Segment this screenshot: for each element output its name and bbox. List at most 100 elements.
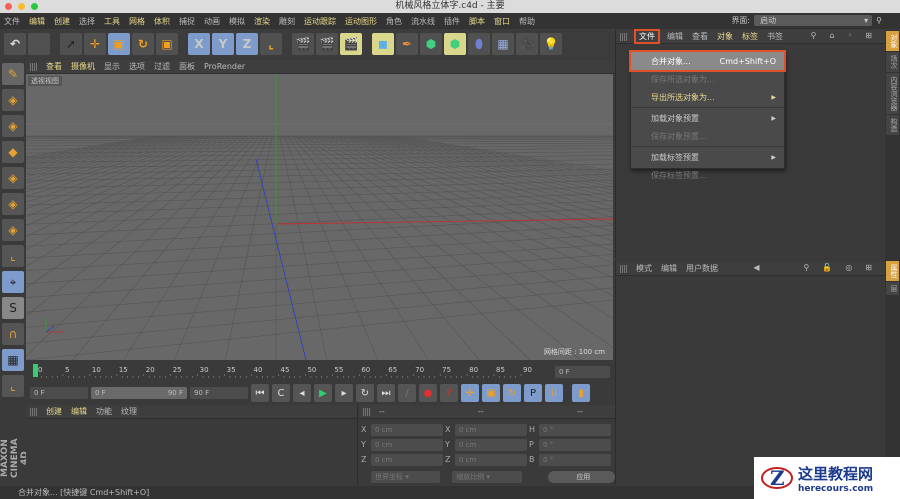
- workplane-icon[interactable]: ◆: [2, 141, 24, 163]
- menu-item-6[interactable]: 体积: [154, 16, 170, 27]
- subdivision-icon[interactable]: ⬢: [420, 33, 442, 55]
- viewport-menu-item-2[interactable]: 显示: [104, 61, 120, 72]
- scale-mode-dropdown[interactable]: 缩放比例 ▾: [452, 470, 522, 483]
- redo-button[interactable]: [28, 33, 50, 55]
- lock-icon[interactable]: 🔓: [822, 263, 832, 272]
- menu-item-10[interactable]: 渲染: [254, 16, 270, 27]
- material-menu-item-3[interactable]: 纹理: [121, 406, 137, 417]
- viewport-menu-item-1[interactable]: 摄像机: [71, 61, 95, 72]
- axis-mode-icon[interactable]: ⌞: [2, 245, 24, 267]
- menu-item-3[interactable]: 选择: [79, 16, 95, 27]
- current-frame-field[interactable]: 0 F: [555, 366, 610, 378]
- previous-frame-button[interactable]: ◂: [293, 384, 311, 402]
- end-frame-field[interactable]: 90 F: [190, 387, 248, 399]
- menu-item-16[interactable]: 插件: [444, 16, 460, 27]
- object-menu-item-1[interactable]: 编辑: [667, 31, 683, 42]
- coordinate-system-icon[interactable]: ⌞: [260, 33, 282, 55]
- menu-item-19[interactable]: 帮助: [519, 16, 535, 27]
- back-arrow-icon[interactable]: ◀: [753, 263, 759, 272]
- menu-item-18[interactable]: 窗口: [494, 16, 510, 27]
- playhead[interactable]: [33, 364, 38, 377]
- coord-field[interactable]: 0 cm: [371, 438, 443, 451]
- menu-item-11[interactable]: 雕刻: [279, 16, 295, 27]
- z-axis-lock[interactable]: Z: [236, 33, 258, 55]
- array-icon[interactable]: ⬢: [444, 33, 466, 55]
- next-key-button[interactable]: ↻: [356, 384, 374, 402]
- range-slider[interactable]: 0 F 90 F: [91, 387, 187, 399]
- coordinate-mode-dropdown[interactable]: 世界坐标 ▾: [371, 470, 441, 483]
- search-icon[interactable]: ⚲: [803, 263, 809, 272]
- timeline-window-button[interactable]: ▮: [572, 384, 590, 402]
- play-button[interactable]: ▶: [314, 384, 332, 402]
- planar-workplane-icon[interactable]: ⌞: [2, 375, 24, 397]
- floor-icon[interactable]: ▦: [492, 33, 514, 55]
- scale-tool[interactable]: ▣: [108, 33, 130, 55]
- render-settings-icon[interactable]: 🎬: [340, 33, 362, 55]
- keyframe-selection-button[interactable]: ?: [440, 384, 458, 402]
- attribute-menu-item-1[interactable]: 编辑: [661, 263, 677, 274]
- move-tool[interactable]: ✛: [84, 33, 106, 55]
- cube-icon[interactable]: ◼: [372, 33, 394, 55]
- file-menu-item[interactable]: 保存对象预置...: [631, 127, 784, 145]
- coord-field[interactable]: 0 cm: [371, 453, 443, 466]
- snap-icon[interactable]: S: [2, 297, 24, 319]
- render-view-icon[interactable]: 🎬: [292, 33, 314, 55]
- menu-item-0[interactable]: 文件: [4, 16, 20, 27]
- edges-mode-icon[interactable]: ◈: [2, 193, 24, 215]
- minimize-button[interactable]: [18, 3, 25, 10]
- coord-field[interactable]: 0 °: [539, 453, 611, 466]
- menu-item-4[interactable]: 工具: [104, 16, 120, 27]
- locked-workplane-icon[interactable]: ▦: [2, 349, 24, 371]
- viewport-menu-item-4[interactable]: 过滤: [154, 61, 170, 72]
- file-menu-item[interactable]: 保存所选对象为...: [631, 70, 784, 88]
- attribute-menu-item-2[interactable]: 用户数据: [686, 263, 718, 274]
- coord-field[interactable]: 0 cm: [455, 438, 527, 451]
- go-to-end-button[interactable]: ⏭: [377, 384, 395, 402]
- key-pla-button[interactable]: ⁞⁞: [545, 384, 563, 402]
- new-window-icon[interactable]: ⊞: [865, 263, 872, 272]
- go-to-start-button[interactable]: ⏮: [251, 384, 269, 402]
- viewport-menu-item-3[interactable]: 选项: [129, 61, 145, 72]
- render-picture-viewer-icon[interactable]: 🎬: [316, 33, 338, 55]
- menu-item-5[interactable]: 网格: [129, 16, 145, 27]
- texture-mode-icon[interactable]: ◈: [2, 115, 24, 137]
- key-rotation-button[interactable]: ↻: [503, 384, 521, 402]
- side-tab[interactable]: 属性: [886, 261, 899, 281]
- target-icon[interactable]: ◎: [845, 263, 852, 272]
- side-tab[interactable]: 层: [886, 282, 899, 295]
- autokey-button[interactable]: ●: [419, 384, 437, 402]
- coord-field[interactable]: 0 °: [539, 423, 611, 436]
- viewport-menu-item-5[interactable]: 面板: [179, 61, 195, 72]
- record-keys-button[interactable]: /: [398, 384, 416, 402]
- undo-button[interactable]: ↶: [4, 33, 26, 55]
- coord-field[interactable]: 0 cm: [455, 423, 527, 436]
- menu-item-9[interactable]: 模拟: [229, 16, 245, 27]
- key-position-button[interactable]: ✛: [461, 384, 479, 402]
- close-button[interactable]: [5, 3, 12, 10]
- home-icon[interactable]: ⌂: [830, 31, 835, 40]
- menu-item-15[interactable]: 流水线: [411, 16, 435, 27]
- next-frame-button[interactable]: ▸: [335, 384, 353, 402]
- menu-item-17[interactable]: 脚本: [469, 16, 485, 27]
- file-menu-item[interactable]: 导出所选对象为... ▶: [631, 88, 784, 106]
- polygons-mode-icon[interactable]: ◈: [2, 219, 24, 241]
- object-menu-item-0[interactable]: 文件: [634, 29, 660, 44]
- menu-item-14[interactable]: 角色: [386, 16, 402, 27]
- eye-icon[interactable]: ◦: [848, 31, 853, 40]
- tweak-icon[interactable]: ⌖: [2, 271, 24, 293]
- start-frame-field[interactable]: 0 F: [30, 387, 88, 399]
- object-menu-item-5[interactable]: 书签: [767, 31, 783, 42]
- file-menu-item[interactable]: 保存标签预置...: [631, 166, 784, 184]
- recent-tool[interactable]: ▣: [156, 33, 178, 55]
- material-menu-item-0[interactable]: 创建: [46, 406, 62, 417]
- deformer-icon[interactable]: ⬮: [468, 33, 490, 55]
- search-icon[interactable]: ⚲: [811, 31, 817, 40]
- menu-item-12[interactable]: 运动跟踪: [304, 16, 336, 27]
- previous-key-button[interactable]: C: [272, 384, 290, 402]
- side-tab[interactable]: 构造: [886, 115, 899, 135]
- side-tab[interactable]: 场次: [886, 52, 899, 72]
- menu-item-2[interactable]: 创建: [54, 16, 70, 27]
- new-window-icon[interactable]: ⊞: [865, 31, 872, 40]
- viewport[interactable]: 透视视图 网格间距 : 100 cm: [26, 74, 613, 360]
- menu-item-7[interactable]: 捕捉: [179, 16, 195, 27]
